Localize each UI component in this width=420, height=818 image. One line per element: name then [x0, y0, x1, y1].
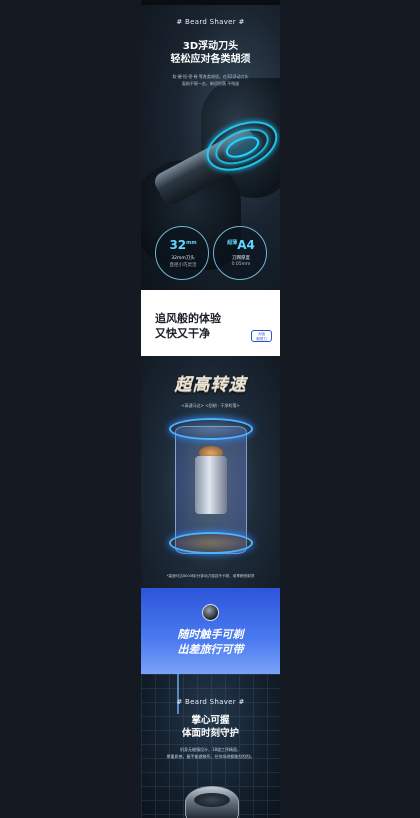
suction-badge-line2: 剃须力	[256, 337, 267, 341]
headline-line2: 轻松应对各类胡须	[170, 54, 251, 65]
product-detail-column[interactable]: # Beard Shaver # 3D浮动刀头 轻松应对各类胡须 软·硬·短·密…	[141, 0, 280, 818]
foil-thickness-label: 刀网厚度	[232, 256, 250, 261]
cylinder-bottom-ring	[169, 532, 253, 554]
travel-line1: 随时触手可剃	[177, 628, 244, 641]
palm-grip-section: # Beard Shaver # 掌心可握 体面时刻守护 机身无缝镶设计，18道…	[141, 674, 280, 818]
head-size-badge: 32mm 32mm刀头 直径小巧灵活	[155, 226, 209, 280]
description-line1: 软·硬·短·密·卷 等各类胡须，在3D浮动刀头	[172, 74, 249, 79]
cylinder-top-ring	[169, 418, 253, 440]
motor-core-image	[195, 456, 227, 514]
shaver-head-image	[194, 793, 230, 807]
palm-description-line2: 厚重质感，握手能避移死，任何场地都能刮刮刮。	[166, 754, 255, 759]
head-size-value: 32mm	[169, 238, 197, 252]
slogan-section: 追风般的体验 又快又干净 大吸 剃须力	[141, 290, 280, 356]
palm-title-line2: 体面时刻守护	[181, 728, 239, 739]
light-pole	[177, 674, 179, 714]
beard-shaver-section: # Beard Shaver # 3D浮动刀头 轻松应对各类胡须 软·硬·短·密…	[141, 0, 280, 290]
head-size-label: 32mm刀头	[171, 256, 195, 261]
headline-line1: 3D浮动刀头	[182, 41, 239, 52]
description-line2: 面前不堪一击，剃须利落 不残留	[181, 81, 240, 86]
foil-thickness-value: 超薄A4	[227, 238, 255, 252]
foil-thickness-badge: 超薄A4 刀网厚度 0.05mm	[213, 226, 267, 280]
foil-thickness-note: 0.05mm	[231, 262, 251, 267]
mini-shaver-icon	[202, 604, 219, 621]
head-size-note: 直径小巧灵活	[169, 263, 197, 268]
high-speed-section: 超高转速 <高速马达> <刮胡 · 干净利落> *高速马达8000转/分钟动力强…	[141, 356, 280, 588]
section-tag-2: # Beard Shaver #	[176, 698, 245, 706]
page-background: # Beard Shaver # 3D浮动刀头 轻松应对各类胡须 软·硬·短·密…	[0, 0, 420, 818]
shaver-product-image	[185, 786, 239, 818]
high-speed-footnote: *高速马达8000转/分钟动力强劲不卡顿，用享畅快剃须	[166, 574, 255, 578]
slogan-line1: 追风般的体验	[155, 312, 221, 325]
palm-title-line1: 掌心可握	[191, 715, 230, 726]
slogan-line2: 又快又干净	[155, 327, 210, 340]
high-speed-title: 超高转速	[174, 375, 247, 395]
high-speed-subtitle: <高速马达> <刮胡 · 干净利落>	[181, 403, 240, 408]
travel-section: 随时触手可剃 出差旅行可带	[141, 588, 280, 674]
top-edge	[141, 0, 280, 5]
travel-line2: 出差旅行可带	[177, 643, 244, 656]
suction-badge: 大吸 剃须力	[251, 330, 272, 342]
section-tag: # Beard Shaver #	[176, 18, 245, 26]
palm-description-line1: 机身无缝镶设计，18道工序精面，	[179, 747, 242, 752]
